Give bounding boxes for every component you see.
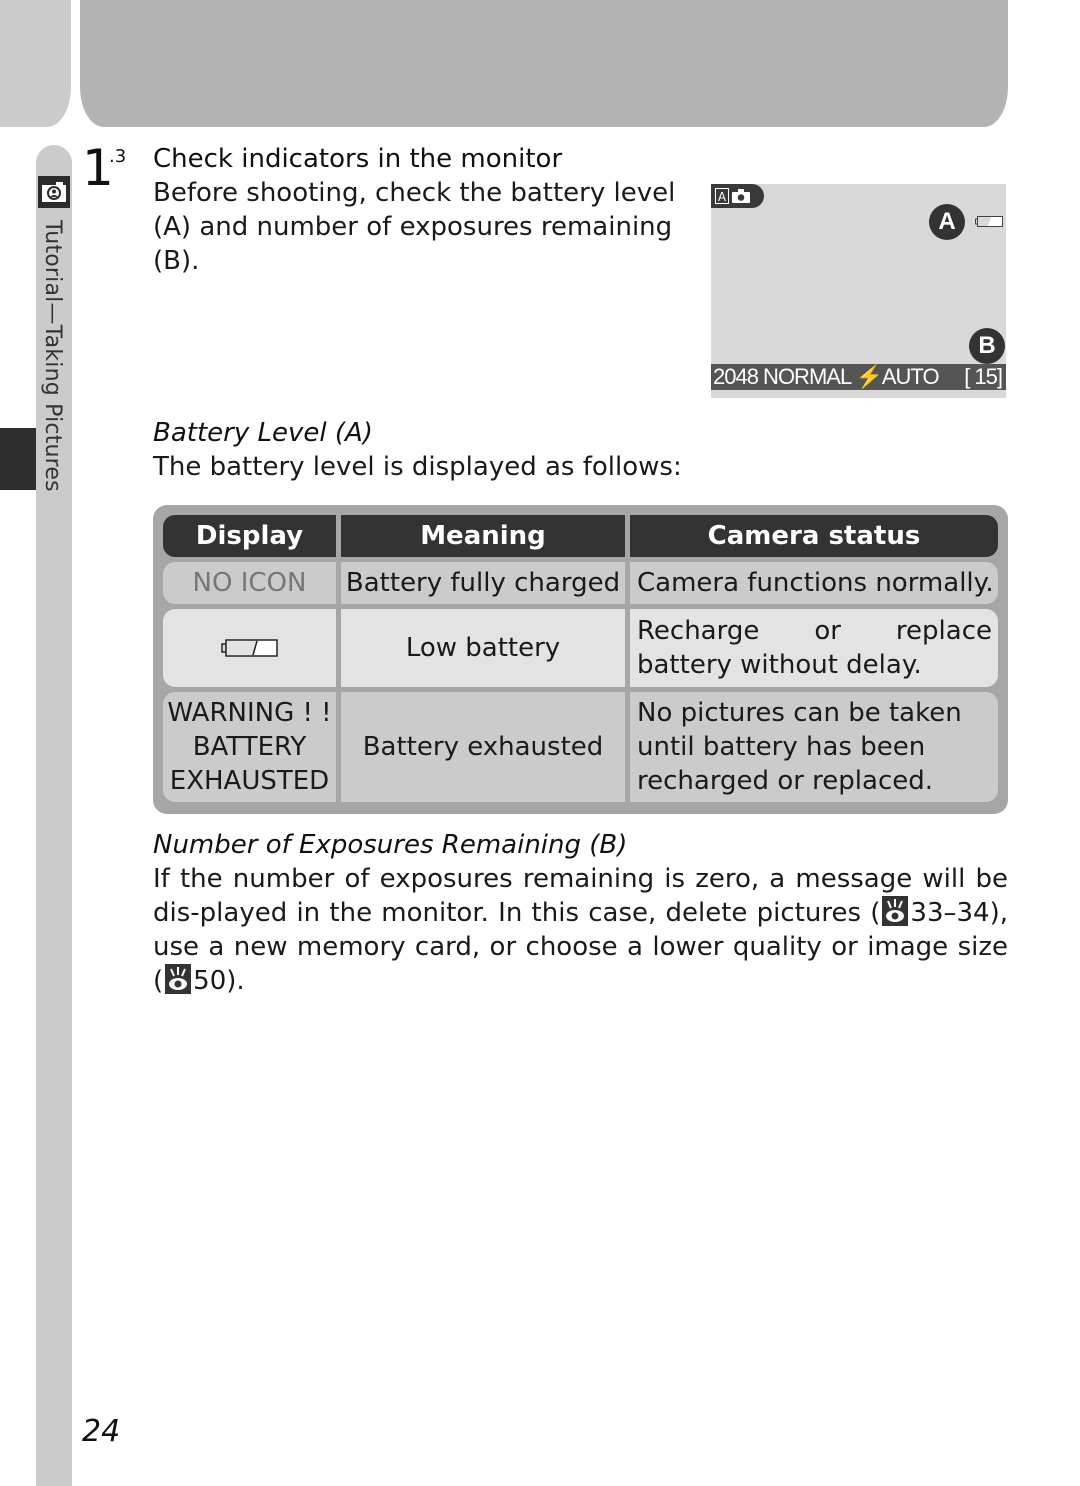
row1-status: Camera functions normally. bbox=[630, 562, 998, 604]
header-banner bbox=[80, 0, 1008, 127]
battery-level-intro: The battery level is displayed as follow… bbox=[153, 452, 682, 482]
row3-status: No pictures can be taken until battery h… bbox=[630, 692, 998, 802]
page-number: 24 bbox=[82, 1414, 121, 1449]
exposures-remaining-readout: [ 15] bbox=[964, 364, 1003, 389]
low-battery-icon bbox=[220, 639, 278, 657]
camera-monitor-illustration: A A B 2048 NORMAL ⚡AUTO [ 15] bbox=[711, 184, 1006, 398]
exposures-body: If the number of exposures remaining is … bbox=[153, 862, 1008, 998]
page-reference-icon bbox=[165, 964, 192, 994]
step-title: Check indicators in the monitor bbox=[153, 144, 563, 174]
step-sub-number: .3 bbox=[109, 146, 127, 167]
row1-meaning: Battery fully charged bbox=[341, 562, 625, 604]
page-reference-icon bbox=[882, 896, 909, 926]
camera-icon bbox=[732, 189, 750, 203]
exposures-heading: Number of Exposures Remaining (B) bbox=[153, 830, 628, 860]
label-a-badge: A bbox=[929, 204, 965, 240]
camera-portrait-icon bbox=[38, 176, 70, 208]
header-tab-left bbox=[0, 0, 71, 127]
row2-meaning: Low battery bbox=[341, 609, 625, 687]
row2-status: Recharge or replace battery without dela… bbox=[630, 609, 998, 687]
row1-display: NO ICON bbox=[163, 562, 336, 604]
row3-display-line2: BATTERY bbox=[192, 732, 307, 762]
image-settings-readout: 2048 NORMAL ⚡AUTO bbox=[713, 364, 940, 389]
row3-display-line3: EXHAUSTED bbox=[169, 766, 330, 796]
header-meaning: Meaning bbox=[341, 515, 625, 557]
low-battery-icon bbox=[975, 216, 1003, 227]
battery-level-table: Display Meaning Camera status NO ICON Ba… bbox=[153, 505, 1008, 814]
page-ref-link[interactable]: 33–34 bbox=[910, 898, 989, 928]
exposures-text-3: ). bbox=[226, 966, 245, 996]
row3-meaning: Battery exhausted bbox=[341, 692, 625, 802]
shooting-mode-indicator: A bbox=[711, 184, 764, 208]
header-display: Display bbox=[163, 515, 336, 557]
page-ref-link[interactable]: 50 bbox=[193, 966, 226, 996]
label-b-badge: B bbox=[969, 328, 1005, 364]
row2-display bbox=[163, 609, 336, 687]
monitor-status-bar: 2048 NORMAL ⚡AUTO [ 15] bbox=[711, 364, 1006, 390]
chapter-side-label: Tutorial—Taking Pictures bbox=[40, 220, 65, 492]
exposures-text-1: If the number of exposures remaining is … bbox=[153, 864, 1008, 928]
step-body: Before shooting, check the battery level… bbox=[153, 178, 676, 276]
chapter-marker bbox=[0, 428, 36, 490]
header-camera-status: Camera status bbox=[630, 515, 998, 557]
row3-display: WARNING ! ! BATTERY EXHAUSTED bbox=[163, 692, 336, 802]
battery-level-heading: Battery Level (A) bbox=[153, 418, 373, 448]
auto-mode-icon: A bbox=[715, 188, 729, 204]
row3-display-line1: WARNING ! ! bbox=[167, 698, 332, 728]
